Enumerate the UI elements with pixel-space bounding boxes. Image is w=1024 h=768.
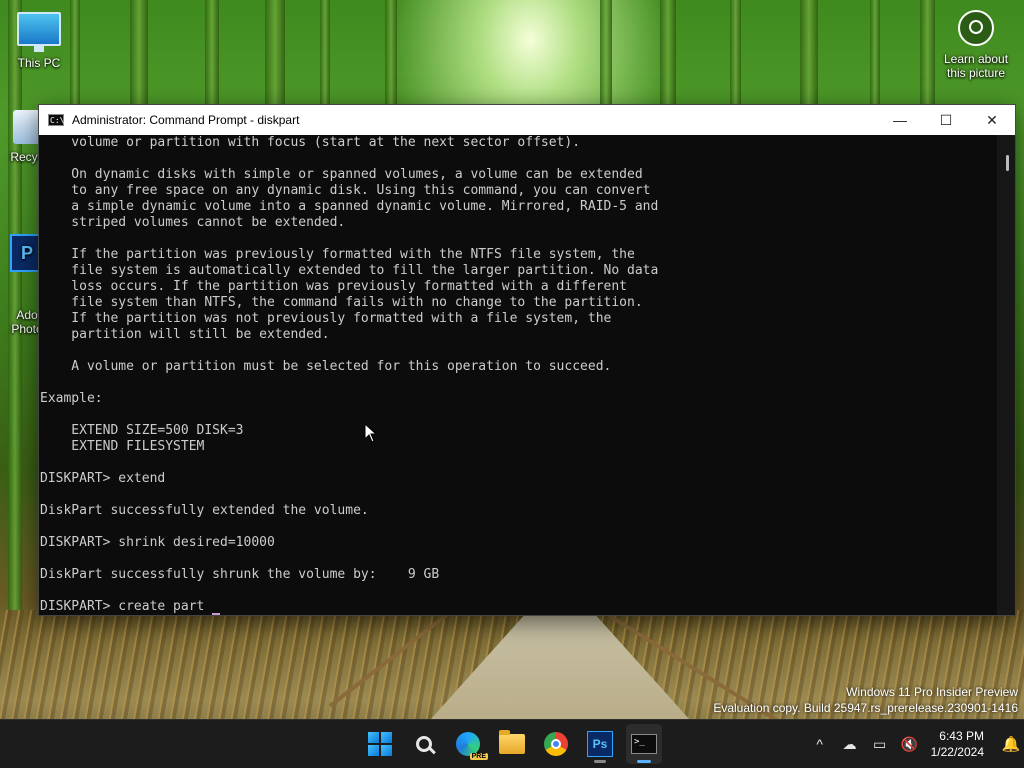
running-indicator (594, 760, 606, 763)
chrome-icon (544, 732, 568, 756)
learn-about-picture[interactable]: Learn about this picture (936, 10, 1016, 80)
camera-icon (958, 10, 994, 46)
console-line: a simple dynamic volume into a spanned d… (40, 199, 659, 214)
recycle-bin-icon (13, 110, 41, 144)
close-button[interactable]: ✕ (969, 105, 1015, 135)
evaluation-watermark: Windows 11 Pro Insider Preview Evaluatio… (713, 684, 1018, 716)
console-line: EXTEND SIZE=500 DISK=3 (40, 423, 244, 438)
text-cursor (212, 613, 221, 615)
console-line: file system than NTFS, the command fails… (40, 295, 643, 310)
command-prompt-window[interactable]: C:\ Administrator: Command Prompt - disk… (38, 104, 1016, 616)
console-line: striped volumes cannot be extended. (40, 215, 346, 230)
clock[interactable]: 6:43 PM 1/22/2024 (931, 728, 984, 760)
start-button[interactable] (362, 724, 398, 764)
watermark-build: Evaluation copy. Build 25947.rs_prerelea… (713, 701, 1018, 715)
console-line: On dynamic disks with simple or spanned … (40, 167, 643, 182)
computer-icon (17, 12, 61, 52)
console-line: A volume or partition must be selected f… (40, 359, 612, 374)
search-icon (416, 736, 432, 752)
pre-badge: PRE (469, 753, 488, 760)
window-titlebar[interactable]: C:\ Administrator: Command Prompt - disk… (39, 105, 1015, 135)
learn-about-label: Learn about this picture (943, 52, 1009, 80)
scrollbar-thumb[interactable] (1006, 155, 1009, 171)
window-title: Administrator: Command Prompt - diskpart (72, 113, 300, 127)
console-line: to any free space on any dynamic disk. U… (40, 183, 651, 198)
taskbar-file-explorer[interactable] (494, 724, 530, 764)
network-icon[interactable]: ▭ (865, 736, 895, 753)
onedrive-icon[interactable]: ☁ (835, 736, 865, 753)
desktop-icon-label: This PC (17, 56, 61, 70)
active-indicator (637, 760, 651, 763)
cmd-app-icon[interactable]: C:\ (48, 114, 64, 126)
folder-icon (499, 730, 525, 754)
notification-bell-icon[interactable]: 🔔 (998, 735, 1024, 753)
windows-start-icon (368, 732, 392, 756)
prompt-text: DISKPART> create part (40, 599, 213, 614)
edge-icon: PRE (456, 732, 488, 760)
photoshop-icon: Ps (587, 731, 613, 757)
taskbar: PRE Ps >_ ^ ☁ ▭ 🔇 6:43 PM 1/22/2024 🔔 (0, 719, 1024, 768)
console-line: file system is automatically extended to… (40, 263, 659, 278)
vertical-scrollbar[interactable] (997, 135, 1015, 615)
console-line: partition will still be extended. (40, 327, 330, 342)
console-line: volume or partition with focus (start at… (40, 135, 581, 150)
console-line: DiskPart successfully extended the volum… (40, 503, 369, 518)
volume-muted-icon[interactable]: 🔇 (895, 736, 925, 753)
clock-date: 1/22/2024 (930, 745, 984, 759)
chevron-up-icon: ^ (816, 736, 823, 752)
console-prompt-line[interactable]: DISKPART> create part (40, 599, 997, 615)
console-line: DiskPart successfully shrunk the volume … (40, 567, 440, 582)
desktop-icon-this-pc[interactable]: This PC (4, 12, 74, 70)
console-line: Example: (40, 391, 103, 406)
console-line: EXTEND FILESYSTEM (40, 439, 205, 454)
minimize-button[interactable]: — (877, 105, 923, 135)
clock-time: 6:43 PM (939, 729, 984, 743)
taskbar-chrome[interactable] (538, 724, 574, 764)
search-button[interactable] (406, 724, 442, 764)
taskbar-photoshop[interactable]: Ps (582, 724, 618, 764)
show-hidden-icons-button[interactable]: ^ (805, 736, 835, 752)
maximize-button[interactable]: ☐ (923, 105, 969, 135)
taskbar-terminal[interactable]: >_ (626, 724, 662, 764)
console-output[interactable]: volume or partition with focus (start at… (39, 135, 997, 615)
system-tray: ^ ☁ ▭ 🔇 6:43 PM 1/22/2024 🔔 (805, 720, 1024, 768)
terminal-icon: >_ (631, 734, 657, 754)
console-line: DISKPART> extend (40, 471, 166, 486)
watermark-edition: Windows 11 Pro Insider Preview (846, 685, 1018, 699)
console-line: loss occurs. If the partition was previo… (40, 279, 627, 294)
console-line: If the partition was not previously form… (40, 311, 612, 326)
console-line: If the partition was previously formatte… (40, 247, 635, 262)
taskbar-edge-preview[interactable]: PRE (450, 724, 488, 764)
console-line: DISKPART> shrink desired=10000 (40, 535, 275, 550)
